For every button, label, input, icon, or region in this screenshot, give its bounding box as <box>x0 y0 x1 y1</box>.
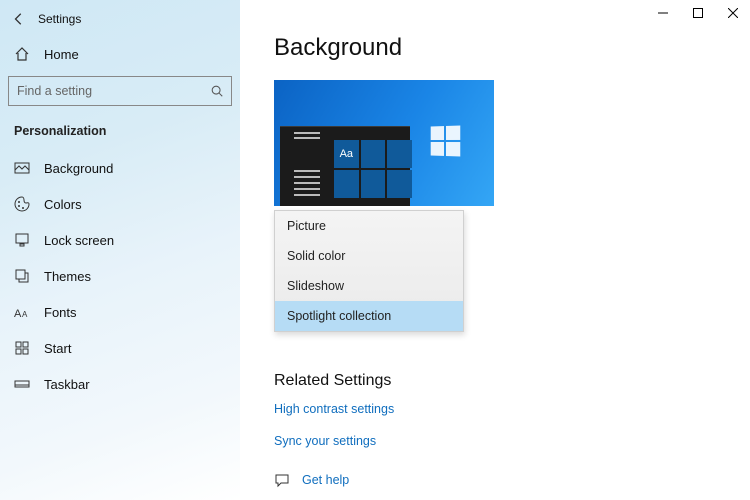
fonts-icon: AA <box>14 304 30 320</box>
maximize-button[interactable] <box>680 0 715 26</box>
background-type-dropdown[interactable]: Picture Solid color Slideshow Spotlight … <box>274 210 464 332</box>
link-sync-settings[interactable]: Sync your settings <box>274 434 376 448</box>
taskbar-icon <box>14 376 30 392</box>
back-button[interactable] <box>10 10 28 28</box>
get-help-label: Get help <box>302 473 349 487</box>
dropdown-option-spotlight[interactable]: Spotlight collection <box>275 301 463 331</box>
nav-list: Background Colors Lock screen Themes AA … <box>0 150 240 402</box>
sidebar-item-taskbar[interactable]: Taskbar <box>0 366 240 402</box>
dropdown-option-picture[interactable]: Picture <box>275 211 463 241</box>
home-icon <box>14 46 30 62</box>
nav-label: Taskbar <box>44 377 90 392</box>
dropdown-option-solid[interactable]: Solid color <box>275 241 463 271</box>
sidebar-item-themes[interactable]: Themes <box>0 258 240 294</box>
link-high-contrast[interactable]: High contrast settings <box>274 402 394 416</box>
search-input[interactable] <box>8 76 232 106</box>
nav-label: Themes <box>44 269 91 284</box>
nav-label: Background <box>44 161 113 176</box>
preview-tile-aa: Aa <box>334 140 359 168</box>
minimize-icon <box>658 8 668 18</box>
back-arrow-icon <box>12 12 26 26</box>
colors-icon <box>14 196 30 212</box>
nav-label: Fonts <box>44 305 77 320</box>
lockscreen-icon <box>14 232 30 248</box>
sidebar-item-lockscreen[interactable]: Lock screen <box>0 222 240 258</box>
sidebar-item-background[interactable]: Background <box>0 150 240 186</box>
nav-label: Lock screen <box>44 233 114 248</box>
page-title: Background <box>274 34 734 62</box>
help-row-gethelp[interactable]: Get help <box>274 472 734 488</box>
search-container <box>8 76 232 106</box>
sidebar-header: Settings <box>0 6 240 38</box>
svg-text:A: A <box>14 308 22 319</box>
preview-start-menu: Aa <box>280 126 410 206</box>
chat-icon <box>274 472 290 488</box>
nav-label: Colors <box>44 197 82 212</box>
themes-icon <box>14 268 30 284</box>
svg-text:A: A <box>22 310 28 319</box>
sidebar: Settings Home Personalization Background… <box>0 0 240 500</box>
windows-logo-icon <box>431 125 461 156</box>
sidebar-item-start[interactable]: Start <box>0 330 240 366</box>
sidebar-item-colors[interactable]: Colors <box>0 186 240 222</box>
category-label: Personalization <box>0 120 240 150</box>
close-button[interactable] <box>715 0 750 26</box>
related-settings-title: Related Settings <box>274 372 734 390</box>
start-icon <box>14 340 30 356</box>
maximize-icon <box>693 8 703 18</box>
dropdown-option-slideshow[interactable]: Slideshow <box>275 271 463 301</box>
sidebar-item-fonts[interactable]: AA Fonts <box>0 294 240 330</box>
window-controls <box>645 0 750 26</box>
main-content: Background Aa Picture Solid color Slides… <box>240 0 750 500</box>
background-preview: Aa <box>274 80 494 206</box>
home-label: Home <box>44 47 79 62</box>
background-icon <box>14 160 30 176</box>
minimize-button[interactable] <box>645 0 680 26</box>
app-title: Settings <box>38 12 81 26</box>
home-nav[interactable]: Home <box>0 38 240 70</box>
close-icon <box>728 8 738 18</box>
nav-label: Start <box>44 341 71 356</box>
